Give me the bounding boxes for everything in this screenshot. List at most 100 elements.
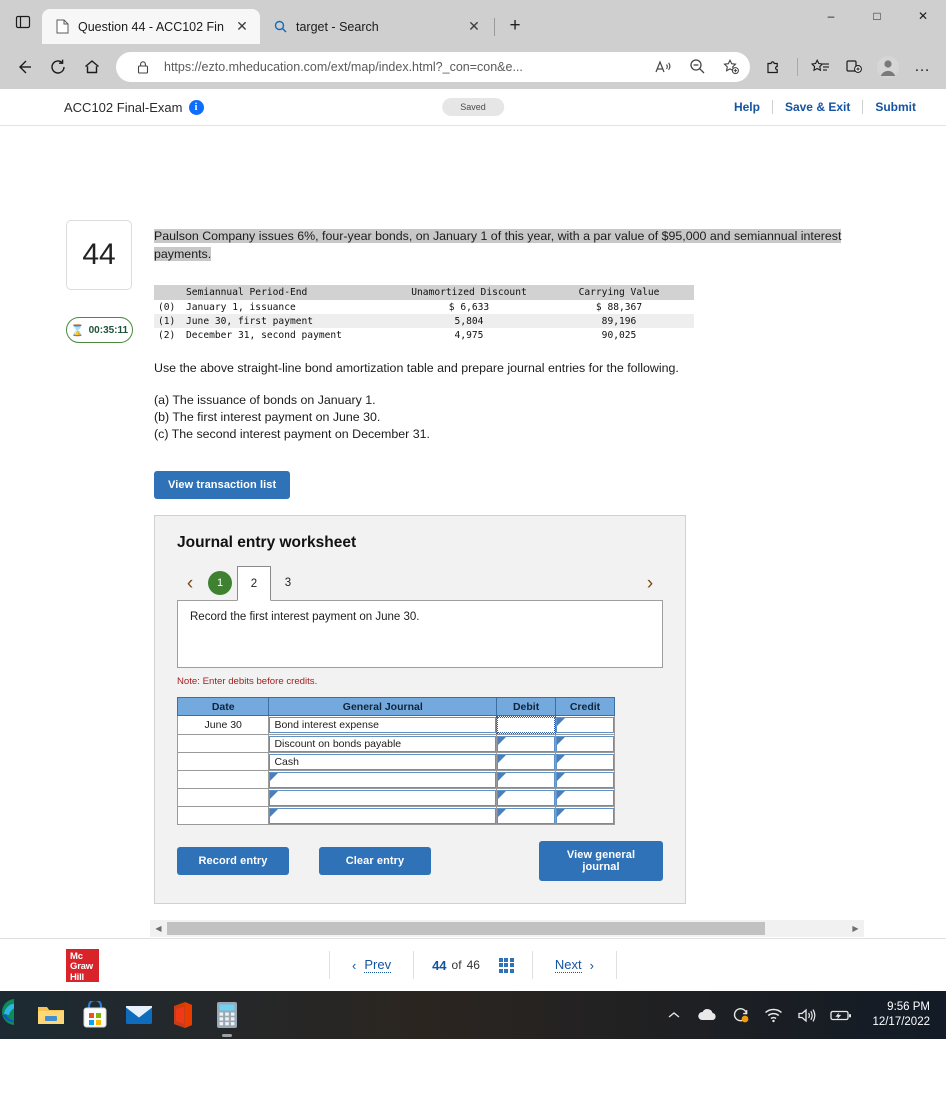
worksheet-tab-3[interactable]: 3 (271, 566, 305, 600)
next-label: Next (554, 957, 582, 973)
journal-credit-cell[interactable] (555, 734, 615, 753)
journal-account-input[interactable]: Cash (269, 753, 497, 770)
journal-account-cell[interactable]: Cash (268, 752, 498, 771)
journal-debit-input[interactable] (497, 807, 556, 824)
taskbar-clock[interactable]: 9:56 PM 12/17/2022 (866, 1000, 930, 1030)
journal-credit-input[interactable] (556, 717, 614, 733)
volume-icon[interactable] (797, 1008, 816, 1023)
journal-account-input[interactable] (269, 771, 497, 788)
minimize-button[interactable]: – (808, 0, 854, 32)
journal-debit-cell[interactable] (496, 752, 557, 771)
maximize-button[interactable]: □ (854, 0, 900, 32)
extensions-button[interactable] (758, 51, 790, 83)
journal-debit-cell[interactable] (496, 770, 557, 789)
taskbar-app-file-explorer[interactable] (36, 1000, 66, 1030)
worksheet-tab-1[interactable]: 1 (208, 571, 232, 595)
home-button[interactable] (76, 51, 108, 83)
taskbar-app-calculator[interactable] (212, 1000, 242, 1037)
journal-debit-cell[interactable] (496, 806, 557, 825)
wifi-icon[interactable] (764, 1008, 783, 1023)
journal-debit-cell[interactable] (496, 715, 557, 735)
journal-debit-input[interactable] (497, 735, 556, 752)
journal-credit-input[interactable] (556, 789, 614, 806)
worksheet-tab-2[interactable]: 2 (237, 566, 271, 601)
journal-credit-cell[interactable] (555, 788, 615, 807)
settings-menu-button[interactable]: … (906, 51, 938, 83)
clear-entry-button[interactable]: Clear entry (319, 847, 431, 875)
submit-link[interactable]: Submit (863, 100, 928, 114)
journal-account-cell[interactable] (268, 770, 498, 789)
journal-account-input[interactable] (269, 807, 497, 824)
journal-debit-input[interactable] (497, 771, 556, 788)
taskbar-app-office[interactable] (168, 1000, 198, 1030)
journal-account-cell[interactable] (268, 806, 498, 825)
journal-credit-cell[interactable] (555, 770, 615, 789)
journal-credit-input[interactable] (556, 807, 614, 824)
horizontal-scrollbar[interactable]: ◀ ▶ (150, 920, 864, 937)
split-screen-button[interactable] (838, 51, 870, 83)
record-entry-button[interactable]: Record entry (177, 847, 289, 875)
sync-icon[interactable] (732, 1006, 750, 1024)
journal-account-input[interactable] (269, 789, 497, 806)
prev-label: Prev (364, 957, 392, 973)
add-favorite-icon[interactable] (718, 54, 744, 80)
taskbar-app-mail[interactable] (124, 1000, 154, 1030)
journal-account-cell[interactable]: Bond interest expense (268, 715, 498, 735)
journal-credit-input[interactable] (556, 735, 614, 752)
journal-credit-input[interactable] (556, 771, 614, 788)
tab-search-button[interactable] (4, 0, 42, 44)
journal-account-cell[interactable]: Discount on bonds payable (268, 734, 498, 753)
close-icon[interactable]: ✕ (232, 17, 252, 37)
info-icon[interactable]: i (188, 99, 204, 115)
taskbar-app-edge[interactable] (0, 997, 14, 1033)
journal-date-cell (176, 770, 270, 789)
onedrive-icon[interactable] (696, 1008, 718, 1022)
journal-debit-input[interactable] (496, 716, 557, 734)
next-question-button[interactable]: Next › (533, 957, 616, 973)
worksheet-prev-arrow[interactable]: ‹ (177, 574, 203, 593)
row-discount: $ 6,633 (448, 301, 490, 313)
journal-credit-cell[interactable] (555, 752, 615, 771)
journal-credit-cell[interactable] (555, 806, 615, 825)
zoom-out-icon[interactable] (684, 54, 710, 80)
back-button[interactable] (8, 51, 40, 83)
journal-account-cell[interactable] (268, 788, 498, 807)
exam-timer: ⌛ 00:35:11 (66, 317, 133, 343)
journal-account-input[interactable]: Bond interest expense (269, 717, 497, 733)
save-and-exit-link[interactable]: Save & Exit (773, 100, 862, 114)
close-window-button[interactable]: ✕ (900, 0, 946, 32)
show-hidden-icons-chevron[interactable] (666, 1008, 682, 1022)
collections-button[interactable] (804, 51, 836, 83)
refresh-button[interactable] (42, 51, 74, 83)
journal-credit-cell[interactable] (555, 715, 615, 735)
battery-icon[interactable] (830, 1008, 852, 1022)
worksheet-next-arrow[interactable]: › (637, 574, 663, 593)
journal-debit-cell[interactable] (496, 788, 557, 807)
prev-question-button[interactable]: ‹ Prev (330, 957, 413, 973)
read-aloud-icon[interactable] (650, 54, 676, 80)
taskbar-app-microsoft-store[interactable] (80, 1000, 110, 1030)
close-icon[interactable]: ✕ (464, 17, 484, 37)
view-general-journal-button[interactable]: View general journal (539, 841, 663, 881)
journal-credit-input[interactable] (556, 753, 614, 770)
journal-debit-input[interactable] (497, 789, 556, 806)
address-bar[interactable]: https://ezto.mheducation.com/ext/map/ind… (116, 51, 750, 82)
row-index: (1) (154, 314, 182, 328)
journal-debit-input[interactable] (497, 753, 556, 770)
help-link[interactable]: Help (722, 100, 772, 114)
dropdown-triangle-icon (270, 772, 279, 781)
scrollbar-thumb[interactable] (167, 922, 766, 935)
scroll-left-arrow-icon[interactable]: ◀ (150, 920, 167, 937)
scroll-right-arrow-icon[interactable]: ▶ (847, 920, 864, 937)
back-arrow-icon (19, 60, 31, 73)
new-tab-button[interactable]: + (501, 12, 529, 40)
grid-icon[interactable] (498, 957, 514, 973)
journal-debit-cell[interactable] (496, 734, 557, 753)
browser-tab-active[interactable]: Question 44 - ACC102 Final-Exam ✕ (42, 9, 260, 44)
scrollbar-track[interactable] (167, 922, 847, 935)
browser-tab-inactive[interactable]: target - Search ✕ (260, 9, 492, 44)
profile-button[interactable] (872, 51, 904, 83)
journal-account-input[interactable]: Discount on bonds payable (269, 735, 497, 752)
view-transaction-list-button[interactable]: View transaction list (154, 471, 291, 499)
toolbar-divider (792, 51, 802, 83)
